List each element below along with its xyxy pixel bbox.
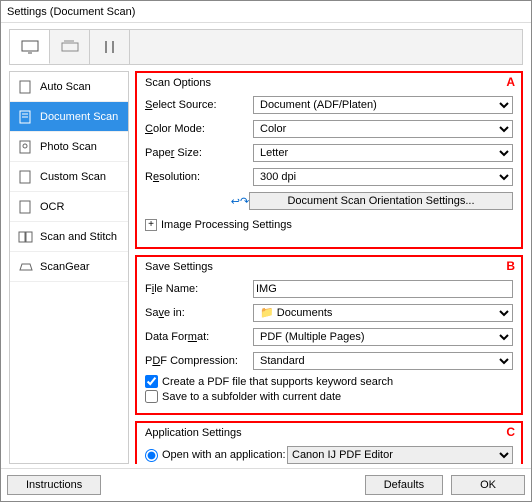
stitch-icon xyxy=(18,230,34,244)
ocr-icon xyxy=(18,200,34,214)
tab-scan-from-computer[interactable] xyxy=(10,30,50,64)
sidebar-item-label: ScanGear xyxy=(40,261,90,273)
group-title: Save Settings xyxy=(145,261,513,273)
ok-button[interactable]: OK xyxy=(451,475,525,495)
group-scan-options: A Scan Options SSelect Source:elect Sour… xyxy=(135,71,523,249)
sidebar-item-auto-scan[interactable]: Auto Scan xyxy=(10,72,128,102)
tab-scan-from-panel[interactable] xyxy=(50,30,90,64)
sidebar-item-scan-stitch[interactable]: Scan and Stitch xyxy=(10,222,128,252)
label-pdf-compression: PDF Compression: xyxy=(145,355,253,367)
input-file-name[interactable] xyxy=(253,280,513,298)
expand-image-processing[interactable]: + xyxy=(145,219,157,231)
sidebar-item-label: Document Scan xyxy=(40,111,118,123)
sidebar-item-ocr[interactable]: OCR xyxy=(10,192,128,222)
sidebar-item-label: Scan and Stitch xyxy=(40,231,117,243)
instructions-button[interactable]: Instructions xyxy=(7,475,101,495)
radio-open-app[interactable] xyxy=(145,449,158,462)
label-data-format: Data Format: xyxy=(145,331,253,343)
tools-icon xyxy=(101,39,119,55)
photo-icon xyxy=(18,140,34,154)
checkbox-keyword-pdf[interactable] xyxy=(145,375,158,388)
sidebar: Auto Scan Document Scan Photo Scan Custo… xyxy=(9,71,129,464)
label-file-name: File Name: xyxy=(145,283,253,295)
custom-icon xyxy=(18,170,34,184)
toolbar xyxy=(9,29,523,65)
sidebar-item-label: Custom Scan xyxy=(40,171,106,183)
select-open-app[interactable]: Canon IJ PDF Editor xyxy=(287,446,513,464)
group-application-settings: C Application Settings Open with an appl… xyxy=(135,421,523,464)
orientation-link-icon: ↩↷ xyxy=(233,194,247,208)
group-marker-c: C xyxy=(506,425,515,439)
checkbox-subfolder-date[interactable] xyxy=(145,390,158,403)
sidebar-item-document-scan[interactable]: Document Scan xyxy=(10,102,128,132)
scanner-icon xyxy=(60,39,80,55)
scangear-icon xyxy=(18,260,34,274)
label-keyword-pdf: Create a PDF file that supports keyword … xyxy=(162,376,393,388)
label-image-processing: Image Processing Settings xyxy=(161,219,292,231)
sidebar-item-photo-scan[interactable]: Photo Scan xyxy=(10,132,128,162)
monitor-icon xyxy=(20,39,40,55)
doc-icon xyxy=(18,80,34,94)
label-resolution: Resolution: xyxy=(145,171,253,183)
defaults-button[interactable]: Defaults xyxy=(365,475,443,495)
doc-icon xyxy=(18,110,34,124)
select-source[interactable]: Document (ADF/Platen) xyxy=(253,96,513,114)
window-title: Settings (Document Scan) xyxy=(7,6,135,18)
select-save-in[interactable]: 📁 Documents xyxy=(253,304,513,322)
sidebar-item-label: Photo Scan xyxy=(40,141,97,153)
select-color-mode[interactable]: Color xyxy=(253,120,513,138)
label-select-source: SSelect Source:elect Source: xyxy=(145,99,253,111)
group-title: Scan Options xyxy=(145,77,513,89)
group-title: Application Settings xyxy=(145,427,513,439)
label-save-in: Save in: xyxy=(145,307,253,319)
sidebar-item-label: OCR xyxy=(40,201,64,213)
select-pdf-compression[interactable]: Standard xyxy=(253,352,513,370)
sidebar-item-label: Auto Scan xyxy=(40,81,91,93)
select-resolution[interactable]: 300 dpi xyxy=(253,168,513,186)
label-open-app: Open with an application: xyxy=(162,449,286,461)
label-paper-size: Paper Size: xyxy=(145,147,253,159)
label-color-mode: Color Mode: xyxy=(145,123,253,135)
label-subfolder-date: Save to a subfolder with current date xyxy=(162,391,341,403)
select-data-format[interactable]: PDF (Multiple Pages) xyxy=(253,328,513,346)
doc-orientation-settings-button[interactable]: Document Scan Orientation Settings... xyxy=(249,192,513,210)
group-save-settings: B Save Settings File Name: Save in: 📁 Do… xyxy=(135,255,523,415)
titlebar: Settings (Document Scan) xyxy=(1,1,531,23)
select-paper-size[interactable]: Letter xyxy=(253,144,513,162)
sidebar-item-custom-scan[interactable]: Custom Scan xyxy=(10,162,128,192)
sidebar-item-scangear[interactable]: ScanGear xyxy=(10,252,128,282)
group-marker-b: B xyxy=(506,259,515,273)
group-marker-a: A xyxy=(506,75,515,89)
tab-general-settings[interactable] xyxy=(90,30,130,64)
footer: Instructions Defaults OK xyxy=(1,468,531,501)
